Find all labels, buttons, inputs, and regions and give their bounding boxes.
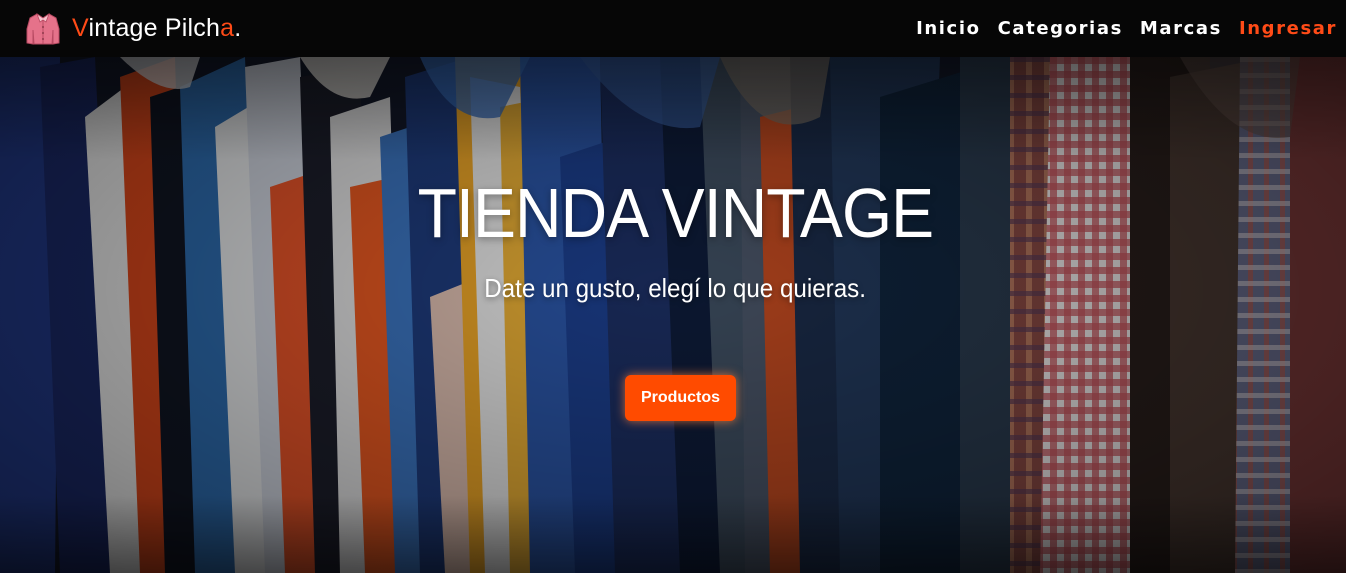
shirt-logo-icon <box>26 12 60 45</box>
nav-link-inicio[interactable]: Inicio <box>916 18 981 39</box>
navbar: Vintage Pilcha. Inicio Categorias Marcas… <box>0 0 1346 57</box>
brand-name: Vintage Pilcha. <box>72 14 241 43</box>
brand-middle: intage Pilch <box>88 14 221 42</box>
brand-dot: . <box>234 14 242 42</box>
hero-title: TIENDA VINTAGE <box>417 174 934 252</box>
nav-link-categorias[interactable]: Categorias <box>998 18 1123 39</box>
nav-links: Inicio Categorias Marcas Ingresar <box>916 0 1337 57</box>
brand-last-letter: a <box>220 14 235 42</box>
brand-first-letter: V <box>72 14 89 42</box>
hero-section: TIENDA VINTAGE Date un gusto, elegí lo q… <box>0 57 1346 573</box>
nav-link-marcas[interactable]: Marcas <box>1140 18 1222 39</box>
hero-overlay <box>0 57 1346 573</box>
brand-link[interactable]: Vintage Pilcha. <box>24 10 241 48</box>
productos-button[interactable]: Productos <box>625 375 736 421</box>
nav-link-ingresar[interactable]: Ingresar <box>1239 18 1337 39</box>
hero-subtitle: Date un gusto, elegí lo que quieras. <box>484 273 866 303</box>
